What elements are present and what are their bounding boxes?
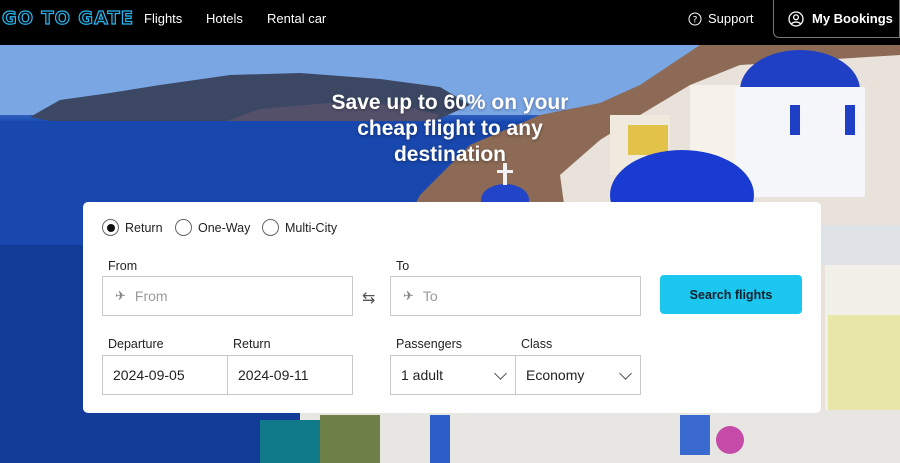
from-label: From	[108, 259, 138, 273]
return-date-value: 2024-09-11	[238, 367, 309, 383]
hero-headline: Save up to 60% on your cheap flight to a…	[331, 91, 569, 166]
from-input[interactable]: ✈ From	[102, 276, 353, 316]
passengers-label: Passengers	[396, 337, 463, 351]
plane-takeoff-icon: ✈	[115, 288, 126, 303]
class-select[interactable]: Economy	[515, 355, 641, 395]
to-input[interactable]: ✈ To	[390, 276, 641, 316]
departure-date-value: 2024-09-05	[113, 367, 185, 383]
trip-type-return-label: Return	[125, 220, 163, 235]
plane-landing-icon: ✈	[403, 288, 414, 303]
my-bookings-label: My Bookings	[812, 11, 893, 26]
user-circle-icon	[788, 10, 804, 27]
trip-type-one-way-label: One-Way	[198, 220, 251, 235]
from-placeholder: From	[134, 288, 168, 304]
my-bookings-button[interactable]: My Bookings	[773, 0, 900, 38]
trip-type-multi-city-label: Multi-City	[285, 220, 338, 235]
radio-selected-icon	[102, 219, 119, 236]
question-circle-icon: ?	[688, 12, 702, 25]
nav-rental-car[interactable]: Rental car	[267, 11, 326, 26]
svg-text:?: ?	[693, 15, 698, 25]
class-label: Class	[521, 337, 553, 351]
departure-date-input[interactable]: 2024-09-05	[102, 355, 228, 395]
passengers-value: 1 adult	[401, 367, 444, 383]
return-label: Return	[233, 337, 271, 351]
to-label: To	[396, 259, 410, 273]
search-flights-button[interactable]: Search flights	[660, 275, 802, 314]
class-value: Economy	[526, 367, 585, 383]
nav-hotels[interactable]: Hotels	[206, 11, 243, 26]
chevron-down-icon	[619, 367, 632, 380]
swap-locations-icon[interactable]: ⇆	[362, 288, 375, 308]
departure-label: Departure	[108, 337, 164, 351]
radio-unselected-icon	[262, 219, 279, 236]
support-label: Support	[708, 11, 754, 26]
nav-flights[interactable]: Flights	[144, 11, 182, 26]
passengers-select[interactable]: 1 adult	[390, 355, 516, 395]
to-placeholder: To	[422, 288, 438, 304]
trip-type-return-radio[interactable]: Return	[102, 219, 163, 236]
return-date-input[interactable]: 2024-09-11	[227, 355, 353, 395]
top-navigation-bar: GO TO GATE Flights Hotels Rental car ? S…	[0, 0, 900, 45]
chevron-down-icon	[494, 367, 507, 380]
radio-unselected-icon	[175, 219, 192, 236]
trip-type-one-way-radio[interactable]: One-Way	[175, 219, 250, 236]
trip-type-multi-city-radio[interactable]: Multi-City	[262, 219, 337, 236]
support-link[interactable]: ? Support	[688, 11, 754, 26]
gotogate-logo[interactable]: GO TO GATE	[1, 7, 134, 29]
